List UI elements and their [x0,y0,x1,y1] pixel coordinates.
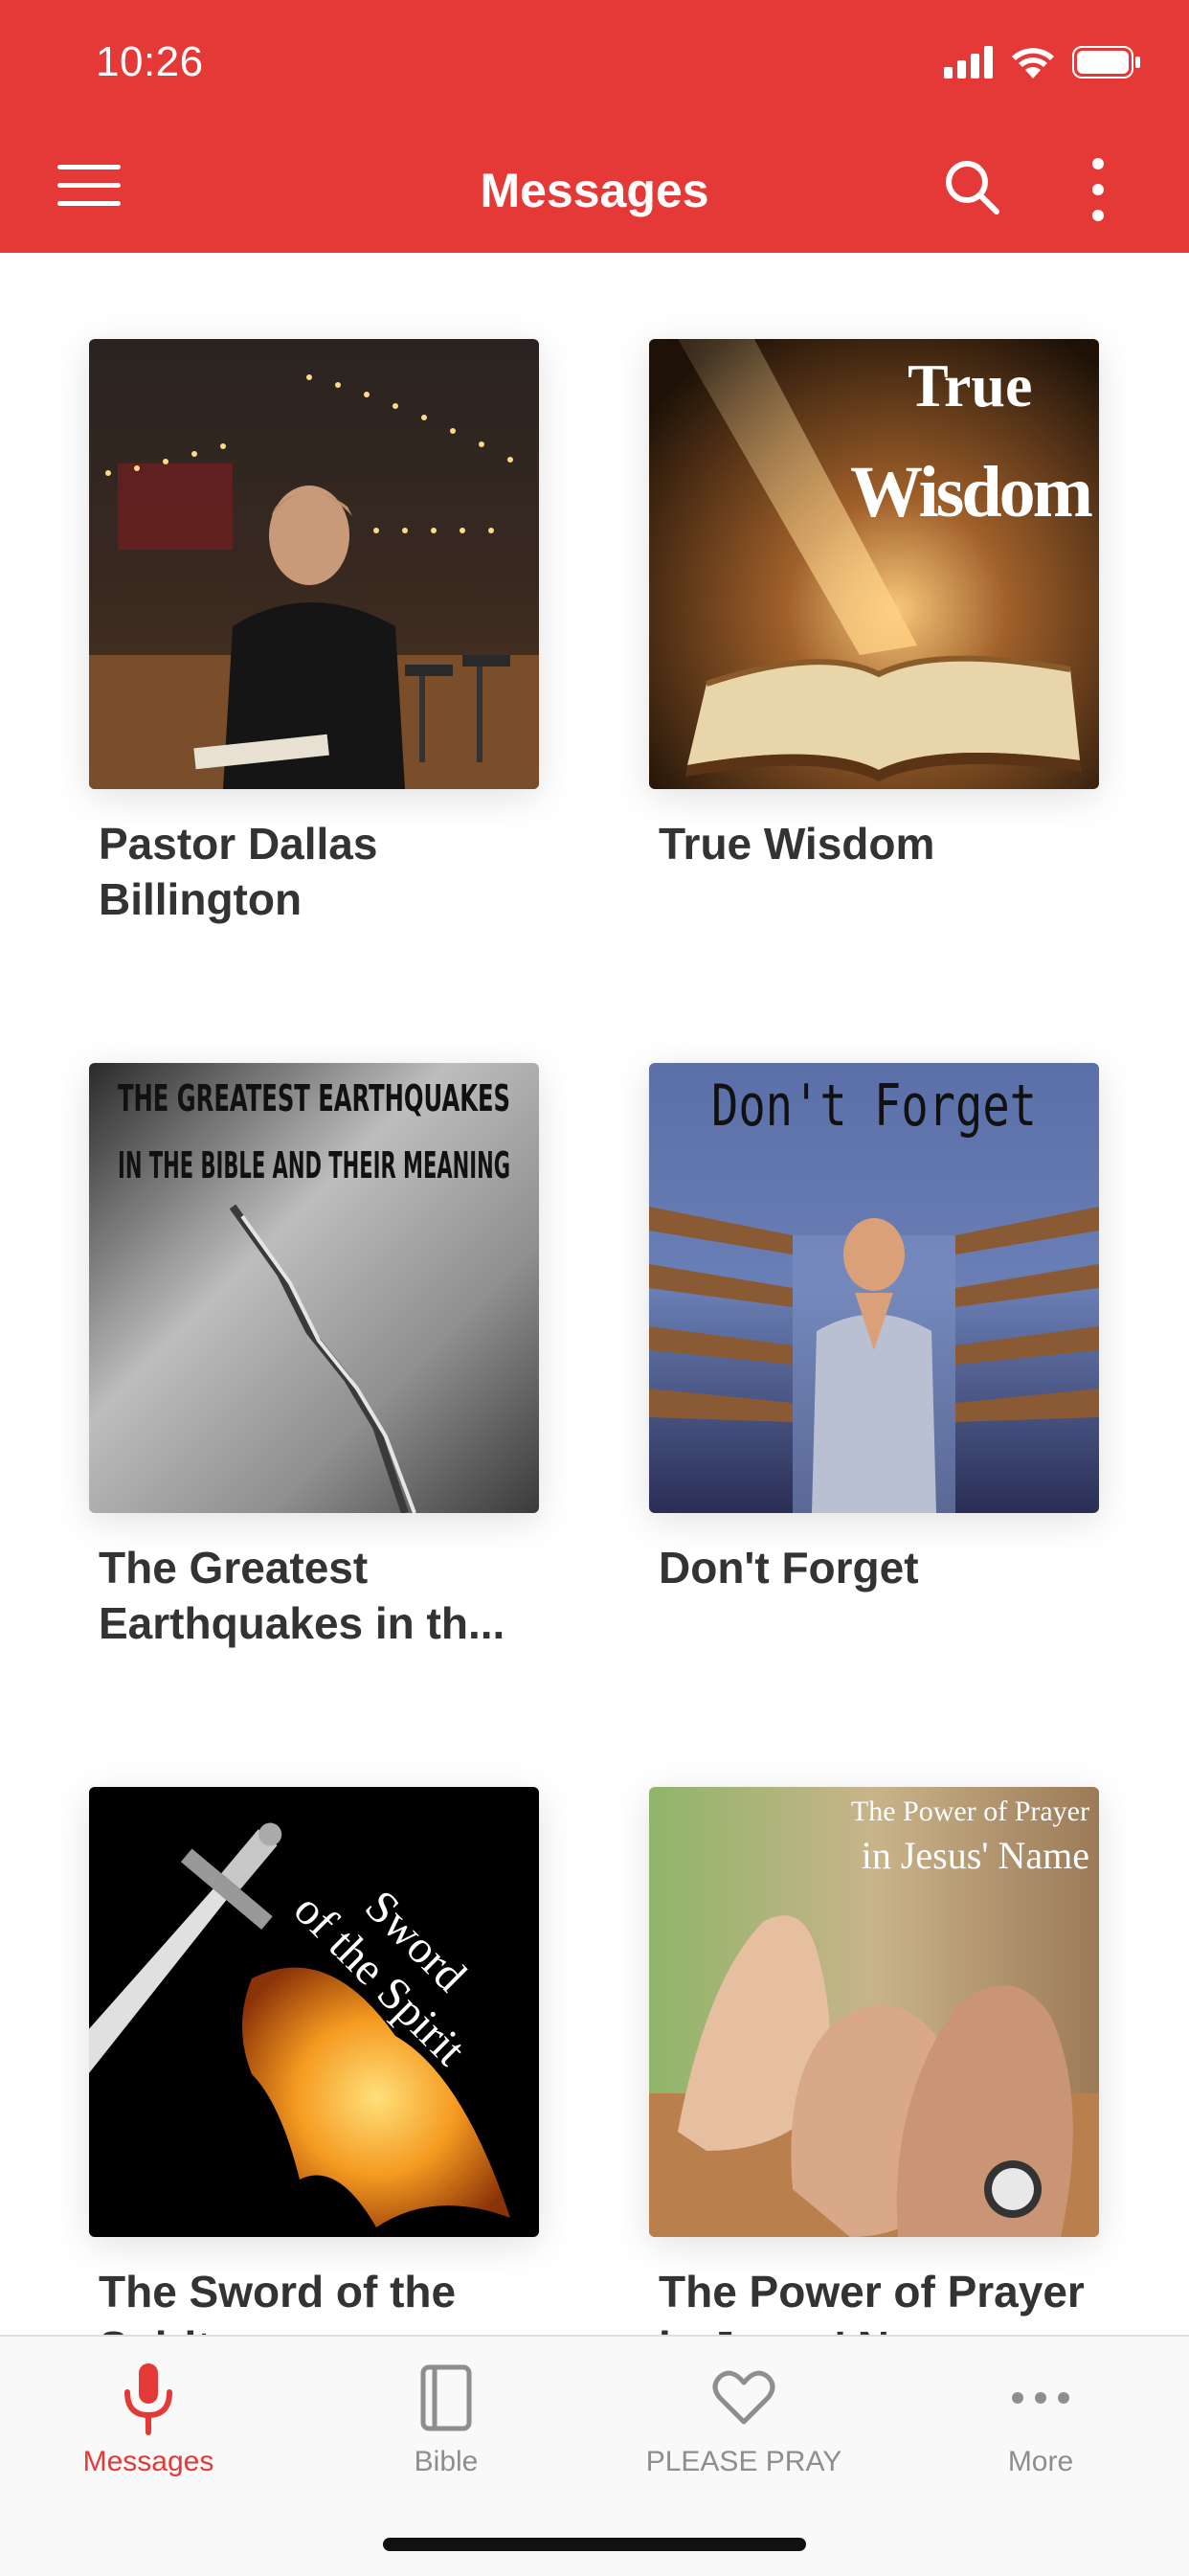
message-title: Pastor Dallas Billington [99,819,378,924]
tab-messages[interactable]: Messages [53,2358,244,2478]
status-time: 10:26 [96,38,204,85]
tab-label: More [1007,2446,1074,2477]
status-icons [944,46,1141,79]
more-horizontal-icon [1012,2392,1069,2404]
message-thumbnail [89,339,539,789]
message-card[interactable]: THE GREATEST EARTHQUAKES IN THE BIBLE AN… [89,1063,539,1651]
battery-icon [1072,46,1140,79]
svg-text:THE GREATEST EARTHQUAKES: THE GREATEST EARTHQUAKES [118,1077,510,1119]
message-title: The Greatest Earthquakes in th... [99,1543,505,1648]
message-card[interactable]: Don't Forget Don't Forget [649,1063,1099,1595]
home-indicator [383,2538,806,2551]
svg-text:Don't Forget: Don't Forget [711,1073,1037,1140]
microphone-icon [124,2363,172,2435]
svg-text:The Power of Prayer: The Power of Prayer [851,1796,1089,1827]
tab-label: Messages [82,2446,214,2477]
svg-text:Wisdom: Wisdom [850,452,1093,532]
heart-icon [712,2370,775,2425]
app-header: 10:26 Messages [0,0,1189,253]
svg-text:True: True [908,351,1032,419]
message-card[interactable]: Pastor Dallas Billington [89,339,539,927]
tab-label: Bible [414,2446,479,2477]
book-icon [420,2364,472,2431]
message-thumbnail: THE GREATEST EARTHQUAKES IN THE BIBLE AN… [89,1063,539,1513]
tab-please-pray[interactable]: PLEASE PRAY [629,2358,859,2478]
message-title: Don't Forget [659,1543,919,1593]
tab-bible[interactable]: Bible [350,2358,542,2478]
message-card[interactable]: Sword of the Spirit The Sword of the Spi… [89,1787,539,2336]
tab-more[interactable]: More [945,2358,1136,2478]
message-thumbnail: The Power of Prayer in Jesus' Name [649,1787,1099,2237]
page-title: Messages [480,164,709,217]
signal-icon [944,46,993,79]
message-card[interactable]: True Wisdom True Wisdom [649,339,1099,871]
message-title: True Wisdom [659,819,935,869]
tab-label: PLEASE PRAY [645,2446,842,2477]
more-vertical-icon[interactable] [1082,158,1114,221]
message-thumbnail: Don't Forget [649,1063,1099,1513]
message-card[interactable]: The Power of Prayer in Jesus' Name The P… [649,1787,1099,2336]
message-thumbnail: True Wisdom [649,339,1099,789]
wifi-icon [1012,48,1054,79]
message-title: The Power of Prayer in Jesus' Name [659,2267,1085,2336]
search-icon[interactable] [943,158,1000,215]
messages-grid: Pastor Dallas Billington True Wisdom Tru… [0,253,1189,2336]
message-title: The Sword of the Spirit [99,2267,457,2336]
message-thumbnail: Sword of the Spirit [89,1787,539,2237]
svg-text:IN THE BIBLE AND THEIR MEANING: IN THE BIBLE AND THEIR MEANING [118,1144,510,1186]
svg-text:in Jesus' Name: in Jesus' Name [862,1834,1089,1877]
